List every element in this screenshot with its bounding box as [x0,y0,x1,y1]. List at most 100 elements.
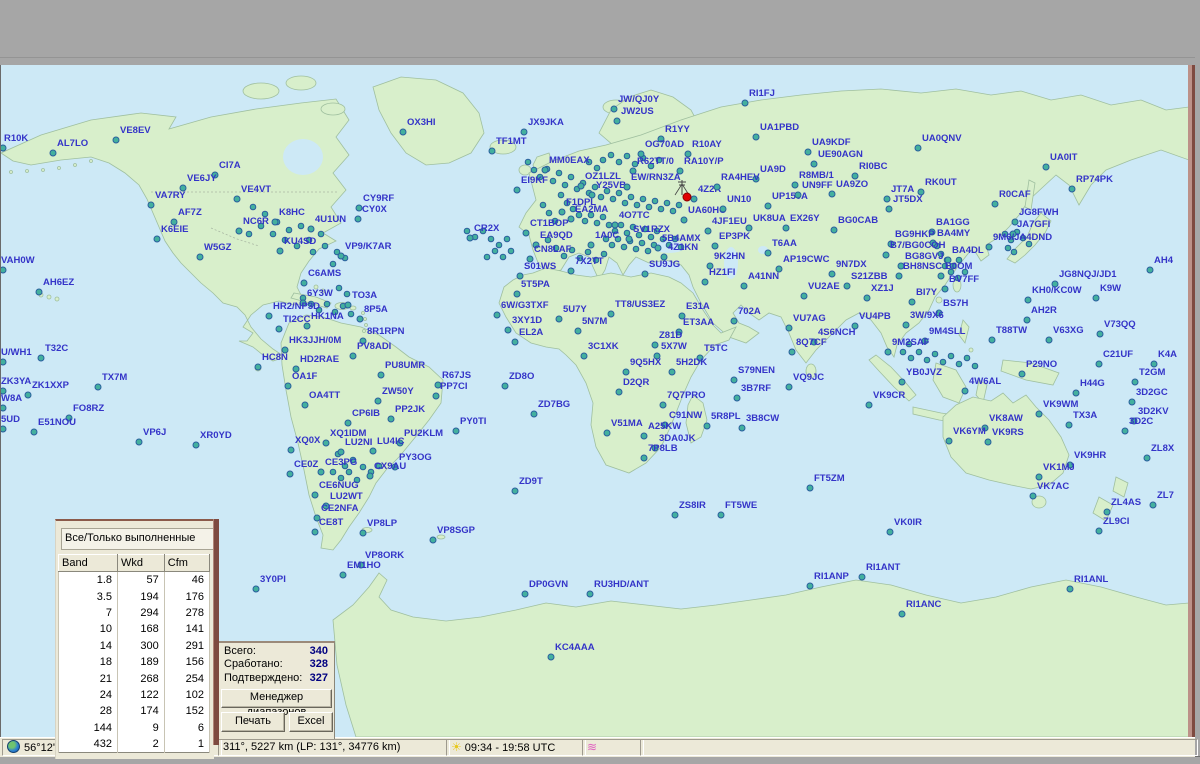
station-label[interactable]: BA1GG [936,217,970,228]
station-label[interactable]: 9M4SLL [929,326,966,337]
station-label[interactable]: 702A [738,306,761,317]
station-label[interactable]: CR2X [474,223,500,234]
station-dot[interactable] [720,206,726,212]
station-label[interactable]: OA1F [292,371,318,382]
station-dot[interactable] [900,349,906,355]
station-label[interactable]: RI1ANL [1074,574,1109,585]
station-dot[interactable] [324,301,330,307]
station-dot[interactable] [430,537,436,543]
station-label[interactable]: CY9RF [363,193,394,204]
station-label[interactable]: UE90AGN [818,149,863,160]
station-dot[interactable] [765,203,771,209]
station-label[interactable]: XR0YD [200,430,232,441]
station-dot[interactable] [742,100,748,106]
station-dot[interactable] [829,191,835,197]
table-row[interactable]: 14300291 [59,638,210,654]
station-label[interactable]: S01WS [524,261,556,272]
station-dot[interactable] [986,244,992,250]
station-label[interactable]: PU8UMR [385,360,425,371]
station-dot[interactable] [489,148,495,154]
station-dot[interactable] [614,118,620,124]
station-dot[interactable] [989,337,995,343]
station-dot[interactable] [492,248,498,254]
station-dot[interactable] [1,359,6,365]
station-dot[interactable] [375,398,381,404]
station-dot[interactable] [705,228,711,234]
station-dot[interactable] [731,318,737,324]
station-dot[interactable] [681,217,687,223]
station-dot[interactable] [883,252,889,258]
station-label[interactable]: 3Y0PI [260,574,286,585]
station-dot[interactable] [741,283,747,289]
station-label[interactable]: A25KW [648,421,681,432]
table-row[interactable]: 28174152 [59,703,210,719]
station-label[interactable]: MM0EAX [549,155,590,166]
station-label[interactable]: DP0GVN [529,579,568,590]
station-dot[interactable] [1144,455,1150,461]
station-label[interactable]: D2QR [623,377,650,388]
station-label[interactable]: EW/RN3ZA [631,172,681,183]
station-label[interactable]: CE3PG [325,457,357,468]
station-dot[interactable] [887,529,893,535]
station-label[interactable]: XZ1J [871,283,894,294]
station-label[interactable]: ZL7 [1157,490,1174,501]
station-dot[interactable] [886,206,892,212]
station-label[interactable]: RI0BC [859,161,888,172]
station-label[interactable]: HK3JJH/0M [289,335,341,346]
station-label[interactable]: BA4MY [937,228,971,239]
station-dot[interactable] [608,311,614,317]
station-dot[interactable] [884,196,890,202]
station-label[interactable]: UA0IT [1050,152,1078,163]
station-dot[interactable] [298,223,304,229]
station-label[interactable]: TX3A [1073,410,1097,421]
station-label[interactable]: OX3HI [407,117,436,128]
station-dot[interactable] [606,222,612,228]
station-label[interactable]: 8P5A [364,304,388,315]
station-label[interactable]: EM1HO [347,560,381,571]
station-dot[interactable] [308,226,314,232]
station-dot[interactable] [25,392,31,398]
station-label[interactable]: AH6EZ [43,277,74,288]
station-label[interactable]: KH0/KC0W [1032,285,1082,296]
station-label[interactable]: RA4HEV [721,172,760,183]
station-dot[interactable] [464,228,470,234]
station-dot[interactable] [1019,371,1025,377]
station-label[interactable]: R10AY [692,139,722,150]
station-dot[interactable] [236,228,242,234]
station-dot[interactable] [642,271,648,277]
station-dot[interactable] [521,129,527,135]
station-label[interactable]: UP150A [772,191,808,202]
station-label[interactable]: UN9FF [802,180,833,191]
station-dot[interactable] [924,357,930,363]
station-dot[interactable] [453,428,459,434]
station-label[interactable]: EA9QD [540,230,573,241]
station-dot[interactable] [938,273,944,279]
station-label[interactable]: BH8NSC [903,261,942,272]
station-dot[interactable] [276,326,282,332]
station-label[interactable]: VE8EV [120,125,151,136]
station-dot[interactable] [234,196,240,202]
station-dot[interactable] [909,299,915,305]
station-dot[interactable] [546,210,552,216]
station-dot[interactable] [568,268,574,274]
station-dot[interactable] [932,351,938,357]
station-dot[interactable] [505,327,511,333]
station-dot[interactable] [610,196,616,202]
station-dot[interactable] [502,383,508,389]
station-label[interactable]: VU4PB [859,311,891,322]
station-dot[interactable] [844,283,850,289]
station-label[interactable]: UA9D [760,164,786,175]
station-dot[interactable] [504,236,510,242]
station-dot[interactable] [885,349,891,355]
station-label[interactable]: 7Q7PRO [667,390,706,401]
station-dot[interactable] [628,194,634,200]
station-label[interactable]: ZK3YA [1,376,31,387]
station-label[interactable]: BA4DL [952,245,984,256]
station-dot[interactable] [624,153,630,159]
station-label[interactable]: JW/QJ0Y [618,94,660,105]
station-dot[interactable] [360,464,366,470]
station-label[interactable]: 9Q5HX [630,357,662,368]
station-dot[interactable] [639,240,645,246]
station-dot[interactable] [345,302,351,308]
station-label[interactable]: LU2WT [330,491,363,502]
